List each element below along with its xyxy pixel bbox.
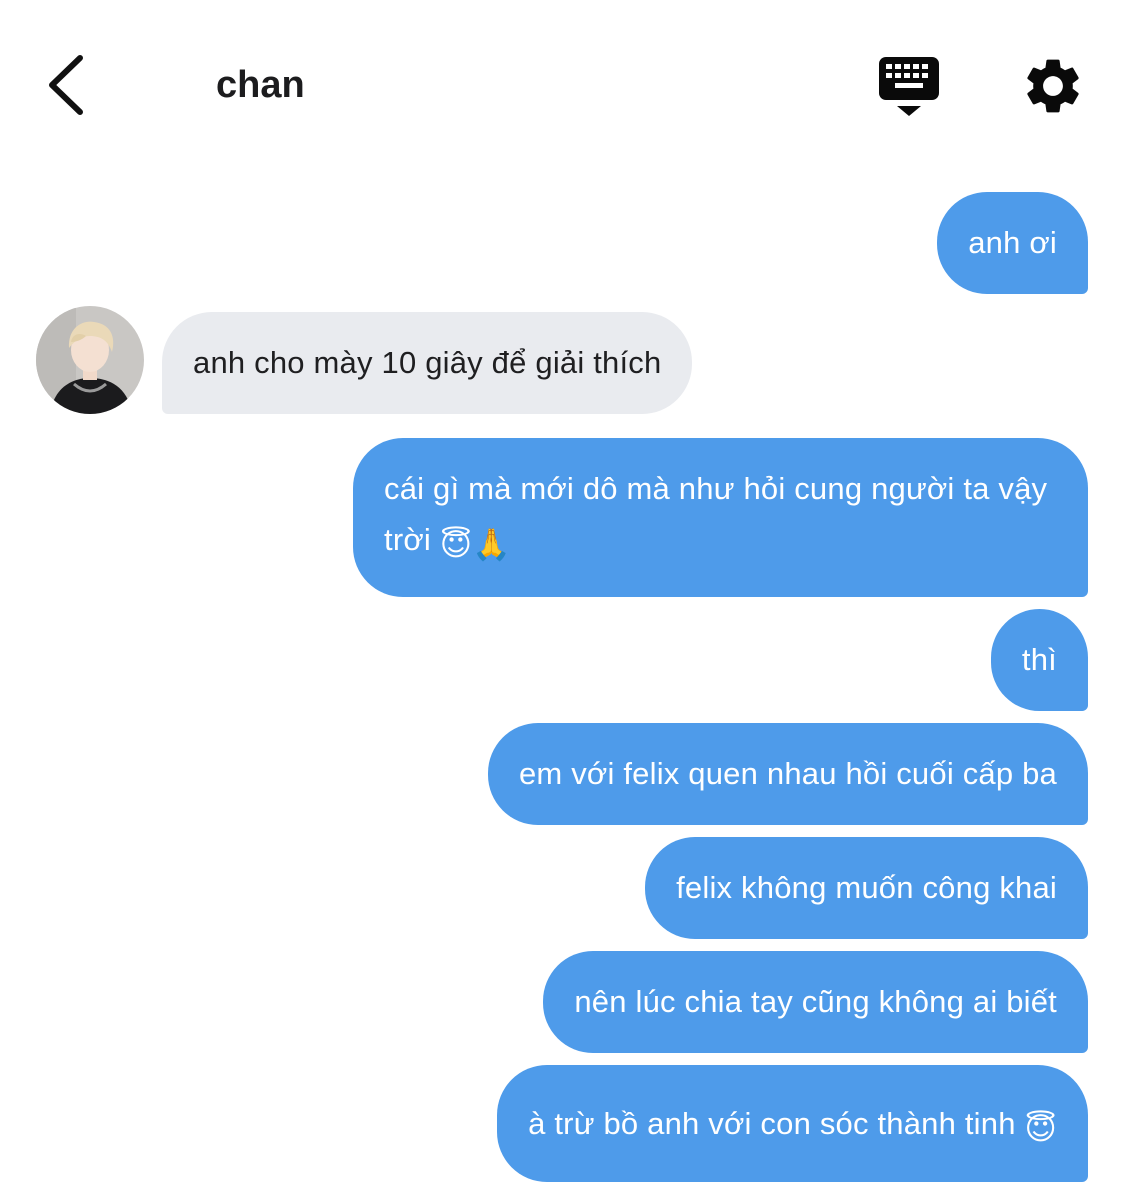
keyboard-button[interactable] [876, 54, 942, 120]
folded-hands-icon: 🙏 [472, 527, 512, 562]
chat-title: chan [216, 64, 305, 106]
smiling-face-with-halo-icon: 😇 [1024, 1111, 1057, 1146]
message-sent[interactable]: thì [990, 609, 1088, 711]
message-sent[interactable]: à trừ bồ anh với con sóc thành tinh 😇 [497, 1065, 1088, 1182]
message-text: em với felix quen nhau hồi cuối cấp ba [518, 756, 1057, 791]
message-text: thì [1021, 642, 1057, 677]
smiling-face-with-halo-icon: 😇 [439, 527, 473, 562]
message-sent[interactable]: em với felix quen nhau hồi cuối cấp ba [487, 723, 1088, 825]
settings-button[interactable] [1020, 53, 1086, 119]
message-text: nên lúc chia tay cũng không ai biết [574, 984, 1057, 1019]
chat-header: chan [0, 0, 1125, 170]
message-sent[interactable]: anh ơi [937, 192, 1088, 294]
avatar[interactable] [36, 306, 144, 414]
message-text: felix không muốn công khai [676, 870, 1057, 905]
chevron-left-icon [49, 55, 83, 115]
gear-icon [1027, 59, 1079, 113]
back-button[interactable] [40, 50, 100, 120]
message-text: à trừ bồ anh với con sóc thành tinh [528, 1106, 1016, 1141]
message-sent[interactable]: nên lúc chia tay cũng không ai biết [543, 951, 1088, 1053]
message-text: anh cho mày 10 giây để giải thích [193, 345, 662, 380]
message-text: anh ơi [968, 225, 1057, 260]
message-received[interactable]: anh cho mày 10 giây để giải thích [162, 312, 693, 414]
message-sent[interactable]: felix không muốn công khai [645, 837, 1088, 939]
contact-photo [36, 306, 144, 414]
message-sent[interactable]: cái gì mà mới dô mà như hỏi cung người t… [353, 438, 1088, 597]
keyboard-hide-icon [879, 57, 939, 116]
